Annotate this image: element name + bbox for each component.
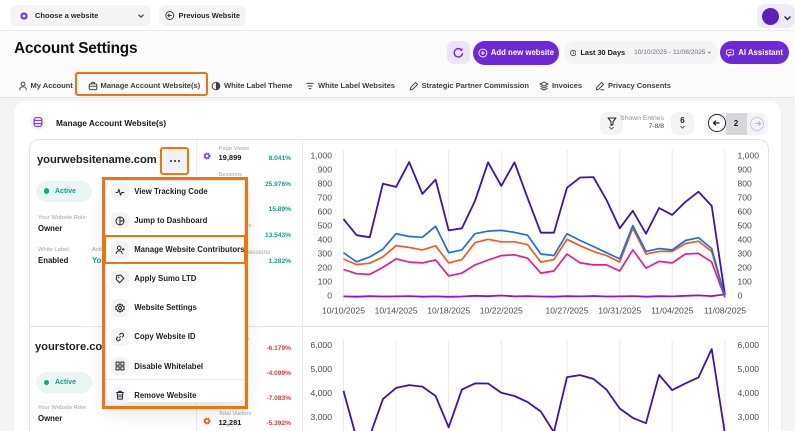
svg-text:800: 800: [318, 179, 333, 189]
svg-text:10/27/2025: 10/27/2025: [545, 306, 588, 316]
svg-text:600: 600: [738, 207, 753, 217]
svg-text:4,000: 4,000: [738, 388, 760, 398]
svg-text:900: 900: [318, 165, 333, 175]
svg-text:0: 0: [327, 291, 332, 301]
svg-text:600: 600: [318, 207, 333, 217]
svg-text:200: 200: [738, 263, 753, 273]
svg-text:900: 900: [738, 165, 753, 175]
svg-text:700: 700: [738, 193, 753, 203]
svg-text:10/31/2025: 10/31/2025: [598, 306, 641, 316]
svg-text:800: 800: [738, 179, 753, 189]
svg-text:10/22/2025: 10/22/2025: [480, 306, 523, 316]
svg-text:100: 100: [318, 277, 333, 287]
svg-text:700: 700: [318, 193, 333, 203]
svg-text:100: 100: [738, 277, 753, 287]
svg-text:300: 300: [318, 249, 333, 259]
svg-text:10/14/2025: 10/14/2025: [375, 306, 418, 316]
svg-text:400: 400: [738, 235, 753, 245]
svg-text:6,000: 6,000: [310, 340, 332, 350]
svg-text:500: 500: [318, 221, 333, 231]
svg-text:11/08/2025: 11/08/2025: [704, 306, 747, 316]
svg-text:200: 200: [318, 263, 333, 273]
svg-text:11/04/2025: 11/04/2025: [651, 306, 694, 316]
svg-text:10/18/2025: 10/18/2025: [427, 306, 470, 316]
svg-text:3,000: 3,000: [310, 412, 332, 422]
svg-text:1,000: 1,000: [738, 151, 760, 161]
svg-text:5,000: 5,000: [738, 364, 760, 374]
svg-text:500: 500: [738, 221, 753, 231]
svg-text:1,000: 1,000: [310, 151, 332, 161]
svg-text:0: 0: [738, 291, 743, 301]
svg-text:400: 400: [318, 235, 333, 245]
svg-text:4,000: 4,000: [310, 388, 332, 398]
svg-text:5,000: 5,000: [310, 364, 332, 374]
svg-text:300: 300: [738, 249, 753, 259]
svg-text:6,000: 6,000: [738, 340, 760, 350]
svg-text:3,000: 3,000: [738, 412, 760, 422]
svg-text:10/10/2025: 10/10/2025: [322, 306, 365, 316]
